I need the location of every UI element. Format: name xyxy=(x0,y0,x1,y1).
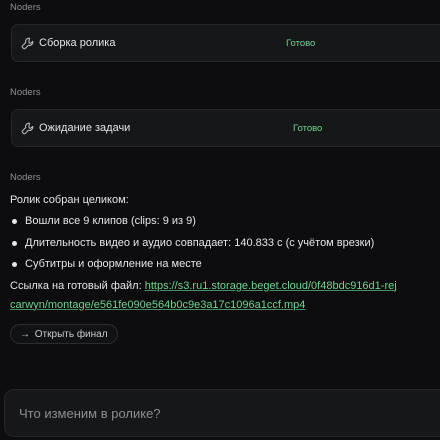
status-badge: Готово xyxy=(293,123,323,134)
wrench-icon xyxy=(21,37,34,50)
message-bullet-list: Вошли все 9 клипов (clips: 9 из 9) Длите… xyxy=(10,214,440,272)
file-link[interactable]: https://s3.ru1.storage.beget.cloud/0f48b… xyxy=(145,280,397,292)
task-title: Сборка ролика xyxy=(39,37,116,49)
message-input[interactable] xyxy=(19,403,419,423)
open-final-label: Открыть финал xyxy=(34,329,108,340)
assistant-message: Ролик собран целиком: Вошли все 9 клипов… xyxy=(10,193,440,313)
open-final-button[interactable]: → Открыть финал xyxy=(10,324,118,344)
list-item: Субтитры и оформление на месте xyxy=(10,257,440,272)
agent-name-label: Noders xyxy=(10,87,41,98)
bullet-dot xyxy=(12,219,17,224)
list-item: Длительность видео и аудио совпадает: 14… xyxy=(10,236,440,251)
wrench-icon xyxy=(21,122,34,135)
message-intro: Ролик собран целиком: xyxy=(10,194,129,206)
task-card-wait-task[interactable]: Ожидание задачи Готово xyxy=(11,109,440,147)
bullet-dot xyxy=(12,240,17,246)
bullet-dot xyxy=(12,262,17,267)
task-card-build-video[interactable]: Сборка ролика Готово xyxy=(11,24,440,62)
link-prefix: Ссылка на готовый файл: xyxy=(10,279,145,292)
arrow-right-icon: → xyxy=(20,329,30,340)
file-link-line: Ссылка на готовый файл: https://s3.ru1.s… xyxy=(10,279,440,294)
chat-page: Noders Сборка ролика Готово Noders Ожида… xyxy=(0,0,440,440)
file-link-continued[interactable]: carwyn/montage/e561fe090e564b0c9e3a17c10… xyxy=(10,299,305,311)
task-title: Ожидание задачи xyxy=(39,122,131,134)
status-badge: Готово xyxy=(286,38,316,49)
list-item: Вошли все 9 клипов (clips: 9 из 9) xyxy=(10,214,440,229)
agent-name-label: Noders xyxy=(10,2,41,13)
message-composer[interactable] xyxy=(4,389,440,437)
agent-name-label: Noders xyxy=(10,172,41,183)
file-link-line: carwyn/montage/e561fe090e564b0c9e3a17c10… xyxy=(10,298,440,313)
